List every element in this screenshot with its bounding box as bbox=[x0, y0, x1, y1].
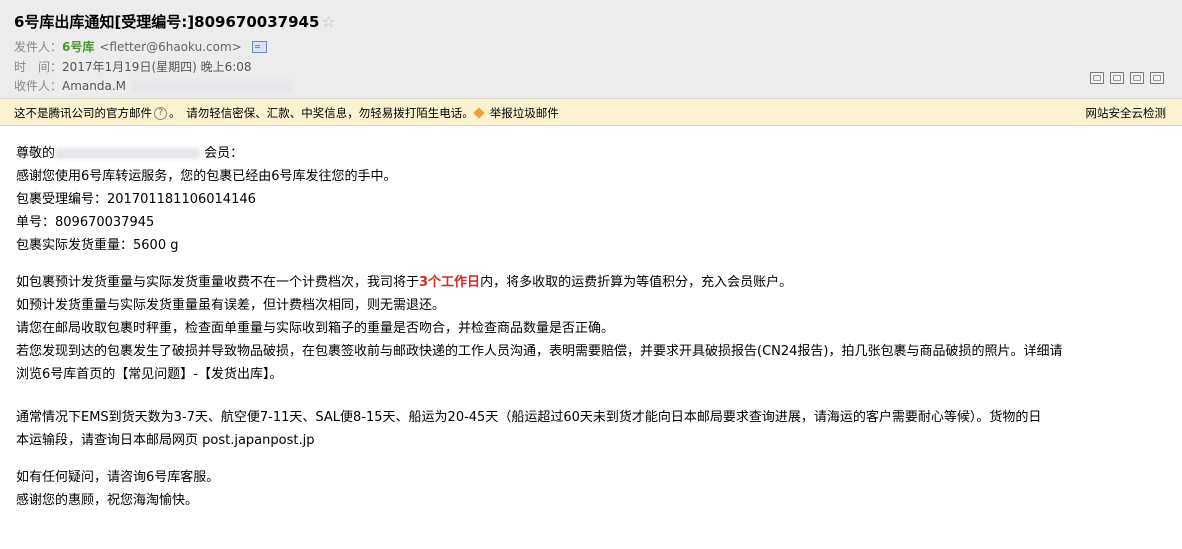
report-spam-link[interactable]: 举报垃圾邮件 bbox=[490, 105, 559, 121]
order-value: 809670037945 bbox=[55, 215, 155, 230]
closing-paragraph: 感谢您的惠顾，祝您海淘愉快。 bbox=[16, 493, 199, 508]
from-label: 发件人： bbox=[14, 40, 63, 54]
time-label: 时 间： bbox=[14, 60, 63, 74]
mail-subject: 6号库出库通知[受理编号:]809670037945 ☆ bbox=[14, 11, 336, 32]
recipient-name[interactable]: Amanda.M bbox=[62, 79, 126, 93]
subject-text: 6号库出库通知[受理编号:]809670037945 bbox=[14, 13, 320, 31]
star-icon[interactable]: ☆ bbox=[321, 12, 335, 31]
para1-after: 内，将多收取的运费折算为等值积分，充入会员账户。 bbox=[480, 275, 793, 290]
contact-card-icon[interactable] bbox=[251, 40, 267, 53]
time-row: 时 间： 2017年1月19日(星期四) 晚上6:08 bbox=[14, 58, 252, 75]
order-line: 单号：809670037945 bbox=[16, 211, 1156, 234]
tracking-value: 201701181106014146 bbox=[107, 192, 256, 207]
tracking-line: 包裹受理编号：201701181106014146 bbox=[16, 188, 1156, 211]
thanks-line: 感谢您使用6号库转运服务，您的包裹已经由6号库发往您的手中。 bbox=[16, 169, 397, 184]
tracking-label: 包裹受理编号： bbox=[16, 192, 108, 207]
sender-name[interactable]: 6号库 bbox=[62, 38, 94, 55]
security-warning-bar: 这不是腾讯公司的官方邮件 ? 。 请勿轻信密保、汇款、中奖信息，勿轻易拨打陌生电… bbox=[0, 99, 1182, 126]
report-icon[interactable] bbox=[474, 107, 486, 119]
shipping-time-line1: 通常情况下EMS到货天数为3-7天、航空便7-11天、SAL便8-15天、船运为… bbox=[16, 410, 1042, 425]
security-check-link[interactable]: 网站安全云检测 bbox=[1086, 105, 1167, 121]
help-icon[interactable]: ? bbox=[154, 106, 167, 120]
new-window-icon[interactable] bbox=[1090, 72, 1104, 84]
no-refund-paragraph: 如预计发货重量与实际发货重量虽有误差，但计费档次相同，则无需退还。 bbox=[16, 298, 446, 313]
weight-value: 5600 g bbox=[133, 238, 179, 253]
print-icon[interactable] bbox=[1150, 72, 1164, 84]
damage-paragraph-line1: 若您发现到达的包裹发生了破损并导致物品破损，在包裹签收前与邮政快递的工作人员沟通… bbox=[16, 344, 1063, 359]
mail-header: 6号库出库通知[受理编号:]809670037945 ☆ 发件人： 6号库 <f… bbox=[0, 0, 1182, 99]
contact-paragraph: 如有任何疑问，请咨询6号库客服。 bbox=[16, 470, 220, 485]
mail-toolbar bbox=[1090, 72, 1164, 84]
weight-line: 包裹实际发货重量：5600 g bbox=[16, 234, 1156, 257]
greeting: 尊敬的 会员： bbox=[16, 142, 1156, 165]
sender-email[interactable]: <fletter@6haoku.com> bbox=[99, 40, 241, 54]
open-window-icon[interactable] bbox=[1110, 72, 1124, 84]
redacted-recipient-email bbox=[132, 80, 292, 91]
check-weight-paragraph: 请您在邮局收取包裹时秤重，检查面单重量与实际收到箱子的重量是否吻合，并检查商品数… bbox=[16, 321, 615, 336]
para1-highlight: 3个工作日 bbox=[419, 275, 481, 290]
para1-before: 如包裹预计发货重量与实际发货重量收费不在一个计费档次，我司将于 bbox=[16, 275, 420, 290]
refund-paragraph: 如包裹预计发货重量与实际发货重量收费不在一个计费档次，我司将于3个工作日内，将多… bbox=[16, 271, 1156, 294]
greeting-suffix: 会员： bbox=[200, 146, 244, 161]
weight-label: 包裹实际发货重量： bbox=[16, 238, 134, 253]
warning-text-2: 。 请勿轻信密保、汇款、中奖信息，勿轻易拨打陌生电话。 bbox=[169, 106, 474, 120]
warning-message: 这不是腾讯公司的官方邮件 ? 。 请勿轻信密保、汇款、中奖信息，勿轻易拨打陌生电… bbox=[14, 105, 559, 121]
time-value: 2017年1月19日(星期四) 晚上6:08 bbox=[62, 60, 252, 74]
redacted-member-email bbox=[55, 148, 201, 159]
greeting-prefix: 尊敬的 bbox=[16, 146, 56, 161]
damage-paragraph-line2: 浏览6号库首页的【常见问题】-【发货出库】。 bbox=[16, 367, 283, 382]
from-row: 发件人： 6号库 <fletter@6haoku.com> bbox=[14, 38, 267, 55]
to-row: 收件人： Amanda.M bbox=[14, 77, 292, 94]
order-label: 单号： bbox=[16, 215, 56, 230]
warning-text-1: 这不是腾讯公司的官方邮件 bbox=[14, 106, 152, 120]
to-label: 收件人： bbox=[14, 79, 63, 93]
shipping-time-line2: 本运输段，请查询日本邮局网页 post.japanpost.jp bbox=[16, 433, 315, 448]
save-icon[interactable] bbox=[1130, 72, 1144, 84]
mail-body: 尊敬的 会员： 感谢您使用6号库转运服务，您的包裹已经由6号库发往您的手中。 包… bbox=[16, 142, 1156, 512]
